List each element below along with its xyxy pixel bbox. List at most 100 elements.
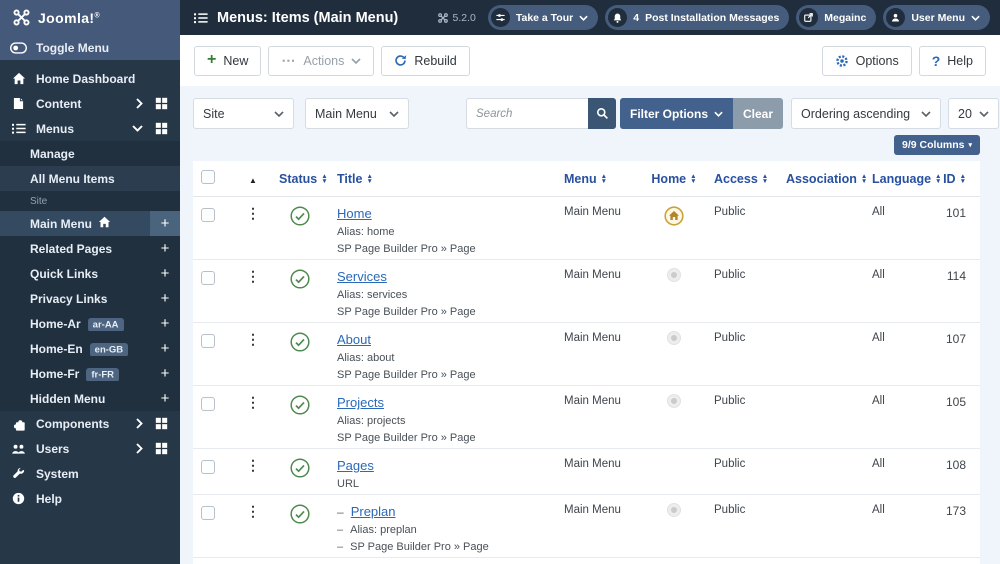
type-line: SP Page Builder Pro » Page xyxy=(337,432,476,444)
sidebar-item-components[interactable]: Components xyxy=(0,411,180,436)
sidebar-item-main-menu[interactable]: Main Menu + xyxy=(0,211,180,236)
user-menu-button[interactable]: User Menu xyxy=(883,5,990,30)
row-checkbox[interactable] xyxy=(201,397,215,411)
help-button[interactable]: ? Help xyxy=(918,45,986,76)
status-published-icon[interactable] xyxy=(290,504,310,524)
sidebar-item-users[interactable]: Users xyxy=(0,436,180,461)
dashboard-grid-icon[interactable] xyxy=(155,417,168,430)
title-cell: About Alias: about SP Page Builder Pro » P… xyxy=(329,322,556,386)
add-menu-item-button[interactable]: + xyxy=(150,386,180,411)
joomla-logo[interactable]: Joomla!® xyxy=(0,0,180,35)
add-menu-item-button[interactable]: + xyxy=(150,236,180,261)
filter-options-button[interactable]: Filter Options xyxy=(620,98,733,129)
search-input[interactable] xyxy=(466,98,588,129)
row-drag-handle-icon[interactable]: ⋮ xyxy=(246,331,260,347)
search-button[interactable] xyxy=(588,98,616,129)
status-published-icon[interactable] xyxy=(290,269,310,289)
post-installation-messages-button[interactable]: 4 Post Installation Messages xyxy=(605,5,790,30)
sidebar-item-all-menu-items[interactable]: All Menu Items xyxy=(0,166,180,191)
sidebar-item-help[interactable]: Help xyxy=(0,486,180,511)
home-default-icon[interactable] xyxy=(664,206,684,226)
sidebar-item-label: Toggle Menu xyxy=(36,40,110,55)
row-checkbox[interactable] xyxy=(201,208,215,222)
home-unset-icon[interactable] xyxy=(668,332,680,344)
ordering-column-header[interactable]: ▲ xyxy=(235,161,271,197)
sidebar-item-toggle-menu[interactable]: Toggle Menu xyxy=(0,35,180,60)
add-menu-item-button[interactable]: + xyxy=(150,211,180,236)
table-row: ⋮ –Pricing–Alias: pricingMain Menu Public A… xyxy=(193,557,980,564)
sidebar-item-hidden-menu[interactable]: Hidden Menu + xyxy=(0,386,180,411)
menu-item-title-link[interactable]: Pages xyxy=(337,458,374,473)
sort-icon: ▲ ▼ xyxy=(690,173,697,186)
status-published-icon[interactable] xyxy=(290,332,310,352)
row-checkbox[interactable] xyxy=(201,334,215,348)
sidebar-item-related-pages[interactable]: Related Pages + xyxy=(0,236,180,261)
take-a-tour-button[interactable]: Take a Tour xyxy=(487,5,599,30)
menu-item-title-link[interactable]: Home xyxy=(337,206,372,221)
sidebar-item-privacy-links[interactable]: Privacy Links + xyxy=(0,286,180,311)
site-filter-select[interactable]: Site xyxy=(193,98,294,129)
sidebar-item-manage[interactable]: Manage xyxy=(0,141,180,166)
row-checkbox[interactable] xyxy=(201,506,215,520)
sidebar-item-home-fr[interactable]: Home-Fr fr-FR + xyxy=(0,361,180,386)
sidebar-item-label: Quick Links xyxy=(30,266,99,281)
column-header-menu[interactable]: Menu ▲ ▼ xyxy=(556,161,642,197)
columns-toggle-button[interactable]: 9/9 Columns ▾ xyxy=(894,135,980,155)
column-header-language[interactable]: Language ▲ ▼ xyxy=(864,161,941,197)
status-published-icon[interactable] xyxy=(290,395,310,415)
sidebar-item-home-en[interactable]: Home-En en-GB + xyxy=(0,336,180,361)
row-drag-handle-icon[interactable]: ⋮ xyxy=(246,205,260,221)
sidebar-item-system[interactable]: System xyxy=(0,461,180,486)
menu-item-title-link[interactable]: Preplan xyxy=(351,504,396,519)
sidebar-item-label: Home-Ar ar-AA xyxy=(30,317,129,331)
actions-button[interactable]: ⋯ Actions xyxy=(268,45,375,76)
status-published-icon[interactable] xyxy=(290,458,310,478)
row-checkbox[interactable] xyxy=(201,460,215,474)
row-drag-handle-icon[interactable]: ⋮ xyxy=(246,457,260,473)
menu-item-title-link[interactable]: Projects xyxy=(337,395,384,410)
menu-item-title-link[interactable]: About xyxy=(337,332,371,347)
sidebar-item-menus[interactable]: Menus xyxy=(0,116,180,141)
sidebar-item-content[interactable]: Content xyxy=(0,91,180,116)
dashboard-grid-icon[interactable] xyxy=(155,97,168,110)
new-button[interactable]: + New xyxy=(194,45,262,76)
dashboard-grid-icon[interactable] xyxy=(155,442,168,455)
limit-select[interactable]: 20 xyxy=(948,98,1000,129)
site-preview-button[interactable]: Megainc xyxy=(796,5,877,30)
language-badge: en-GB xyxy=(89,343,129,356)
home-unset-icon[interactable] xyxy=(668,395,680,407)
row-drag-handle-icon[interactable]: ⋮ xyxy=(246,503,260,519)
column-header-home[interactable]: Home ▲ ▼ xyxy=(642,161,706,197)
logo-text: Joomla!® xyxy=(38,9,101,26)
clear-button[interactable]: Clear xyxy=(733,98,784,129)
select-all-checkbox[interactable] xyxy=(201,170,215,184)
rebuild-button[interactable]: Rebuild xyxy=(381,45,470,76)
column-header-status[interactable]: Status ▲ ▼ xyxy=(271,161,329,197)
options-button[interactable]: Options xyxy=(821,45,912,76)
sidebar-item-home-ar[interactable]: Home-Ar ar-AA + xyxy=(0,311,180,336)
row-checkbox[interactable] xyxy=(201,271,215,285)
column-header-association[interactable]: Association ▲ ▼ xyxy=(778,161,867,197)
add-menu-item-button[interactable]: + xyxy=(150,311,180,336)
status-published-icon[interactable] xyxy=(290,206,310,226)
menu-filter-select[interactable]: Main Menu xyxy=(305,98,409,129)
row-drag-handle-icon[interactable]: ⋮ xyxy=(246,394,260,410)
question-icon: ? xyxy=(931,52,941,69)
menu-item-title-link[interactable]: Services xyxy=(337,269,387,284)
add-menu-item-button[interactable]: + xyxy=(150,261,180,286)
ordering-select[interactable]: Ordering ascending xyxy=(791,98,942,129)
home-unset-icon[interactable] xyxy=(668,269,680,281)
column-header-access[interactable]: Access ▲ ▼ xyxy=(706,161,778,197)
sidebar-item-home-dashboard[interactable]: Home Dashboard xyxy=(0,66,180,91)
home-unset-icon[interactable] xyxy=(668,504,680,516)
column-header-label: Language xyxy=(872,171,932,186)
sidebar-item-quick-links[interactable]: Quick Links + xyxy=(0,261,180,286)
column-header-title[interactable]: Title ▲ ▼ xyxy=(329,161,556,197)
row-drag-handle-icon[interactable]: ⋮ xyxy=(246,268,260,284)
dashboard-grid-icon[interactable] xyxy=(155,122,168,135)
add-menu-item-button[interactable]: + xyxy=(150,286,180,311)
add-menu-item-button[interactable]: + xyxy=(150,336,180,361)
type-line: SP Page Builder Pro » Page xyxy=(337,369,476,381)
language-cell: All xyxy=(864,385,934,449)
add-menu-item-button[interactable]: + xyxy=(150,361,180,386)
